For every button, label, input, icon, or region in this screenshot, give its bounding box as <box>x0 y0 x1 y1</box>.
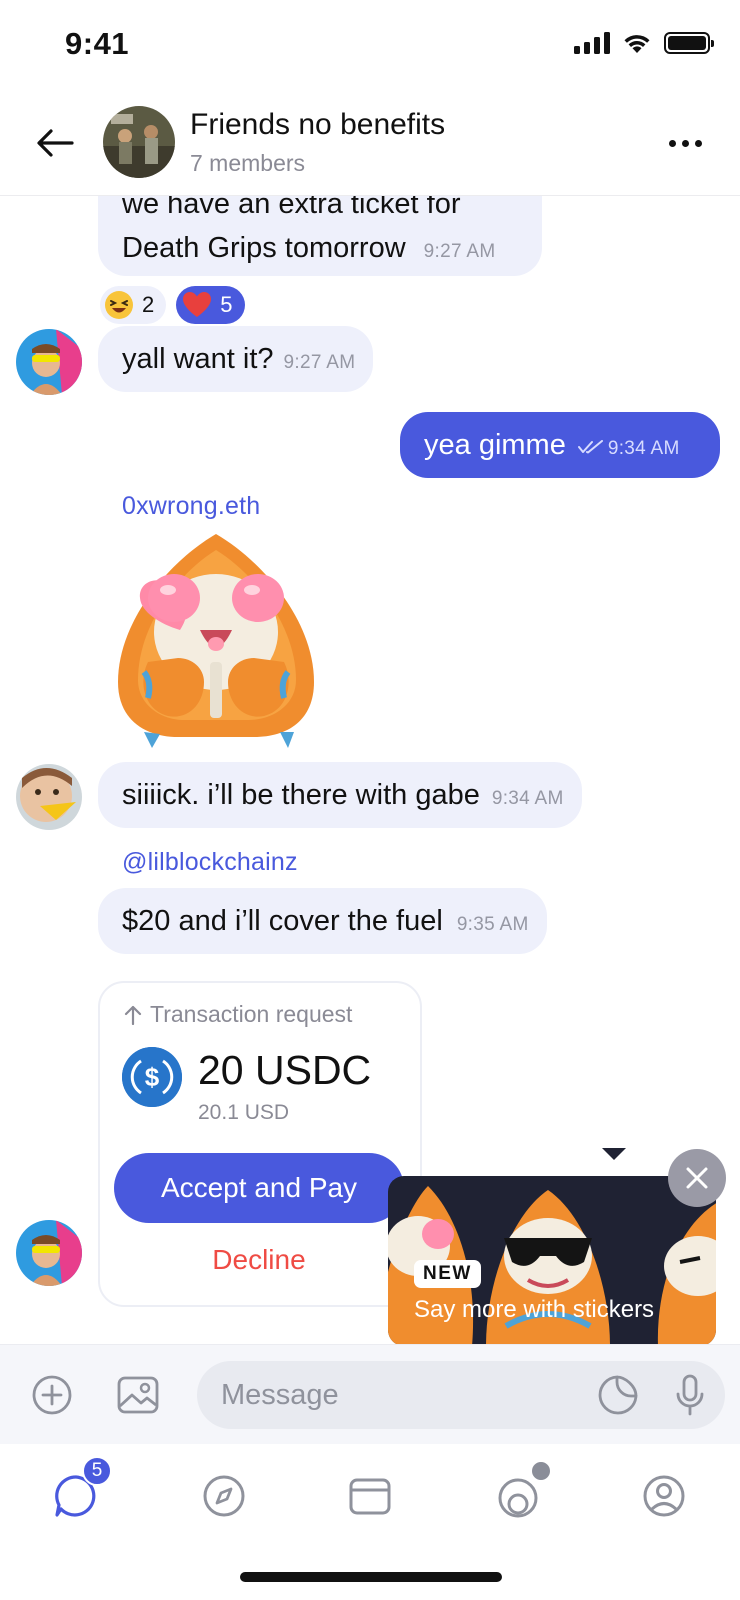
sender-avatar[interactable] <box>16 764 82 830</box>
transaction-amount: 20 USDC <box>198 1047 372 1093</box>
nav-profile[interactable] <box>632 1464 696 1528</box>
nav-wallet[interactable] <box>338 1464 402 1528</box>
message-list[interactable]: we have an extra ticket for Death Grips … <box>0 196 740 1344</box>
home-indicator <box>240 1572 502 1582</box>
message-bubble[interactable]: we have an extra ticket for Death Grips … <box>98 196 542 276</box>
sticker-promo-text: Say more with stickers <box>414 1296 655 1323</box>
cellular-signal-icon <box>574 32 610 54</box>
compass-icon <box>203 1475 245 1517</box>
group-avatar[interactable] <box>103 106 175 178</box>
more-options-button[interactable] <box>660 128 710 158</box>
profile-icon <box>643 1475 685 1517</box>
laughing-face-icon <box>104 290 134 320</box>
decline-button[interactable]: Decline <box>114 1235 404 1285</box>
sticker-button[interactable] <box>594 1371 642 1419</box>
message-bubble[interactable]: $20 and i’ll cover the fuel 9:35 AM <box>98 888 547 954</box>
sender-name[interactable]: 0xwrong.eth <box>122 492 260 521</box>
microphone-icon <box>676 1374 704 1416</box>
more-dots-icon <box>668 139 676 147</box>
reaction-chip[interactable]: 2 <box>100 286 167 324</box>
message-text: $20 and i’ll cover the fuel <box>122 905 443 937</box>
heart-icon <box>182 290 212 320</box>
message-time: 9:35 AM <box>456 914 529 935</box>
voice-message-button[interactable] <box>666 1371 714 1419</box>
transaction-label-text: Transaction request <box>150 1001 353 1027</box>
accept-and-pay-button[interactable]: Accept and Pay <box>114 1153 404 1223</box>
message-text: yea gimme <box>424 429 566 461</box>
bottom-navigation: 5 <box>0 1444 740 1600</box>
close-icon <box>686 1167 708 1189</box>
usdc-icon: $ <box>122 1047 182 1107</box>
reaction-count: 5 <box>220 292 233 317</box>
sender-avatar[interactable] <box>16 1220 82 1286</box>
image-icon <box>117 1376 159 1414</box>
back-button[interactable] <box>30 120 80 166</box>
nav-chats[interactable]: 5 <box>44 1456 112 1528</box>
message-time: 9:34 AM <box>491 788 564 809</box>
gallery-button[interactable] <box>114 1371 162 1419</box>
message-bubble-outgoing[interactable]: yea gimme 9:34 AM <box>400 412 720 478</box>
svg-text:$: $ <box>145 1062 160 1092</box>
message-time: 9:34 AM <box>607 438 680 459</box>
reaction-bar: 2 5 <box>100 286 245 324</box>
group-title: Friends no benefits <box>190 108 446 141</box>
message-time: 9:27 AM <box>423 241 496 262</box>
transaction-usd-value: 20.1 USD <box>198 1101 290 1124</box>
wifi-icon <box>624 35 650 53</box>
message-bubble[interactable]: yall want it? 9:27 AM <box>98 326 374 392</box>
message-text: we have an extra ticket for <box>122 196 461 220</box>
tooltip-pointer <box>602 1148 626 1160</box>
message-composer <box>0 1344 740 1444</box>
unread-count-badge: 5 <box>82 1456 112 1486</box>
status-bar: 9:41 <box>0 0 740 90</box>
message-text: Death Grips tomorrow <box>122 232 406 264</box>
nav-activity[interactable] <box>486 1460 552 1528</box>
nav-explore[interactable] <box>192 1464 256 1528</box>
heart-eyes-sticker[interactable] <box>108 532 324 754</box>
activity-icon <box>498 1478 538 1518</box>
sticker-icon <box>598 1375 638 1415</box>
wallet-icon <box>349 1478 391 1515</box>
new-badge: NEW <box>414 1260 481 1288</box>
add-attachment-button[interactable] <box>28 1371 76 1419</box>
transaction-label: Transaction request <box>124 1001 352 1028</box>
status-time: 9:41 <box>65 26 130 61</box>
message-time: 9:27 AM <box>283 352 356 373</box>
sender-name[interactable]: @lilblockchainz <box>122 848 298 877</box>
message-text: yall want it? <box>122 343 274 375</box>
close-tooltip-button[interactable] <box>668 1149 726 1207</box>
arrow-up-icon <box>124 1005 142 1025</box>
message-bubble[interactable]: siiiick. i’ll be there with gabe 9:34 AM <box>98 762 582 828</box>
battery-icon <box>664 32 714 54</box>
message-text: siiiick. i’ll be there with gabe <box>122 779 480 811</box>
member-count: 7 members <box>190 150 306 176</box>
plus-circle-icon <box>32 1375 72 1415</box>
sender-avatar[interactable] <box>16 329 82 395</box>
status-icons <box>574 32 714 54</box>
notification-dot <box>530 1460 552 1482</box>
chat-header: Friends no benefits 7 members <box>0 90 740 196</box>
reaction-chip-selected[interactable]: 5 <box>176 286 245 324</box>
sticker-promo-tooltip[interactable]: NEW Say more with stickers <box>388 1176 716 1344</box>
message-input[interactable] <box>197 1361 725 1429</box>
transaction-request-card: Transaction request $ 20 USDC 20.1 USD A… <box>98 981 422 1307</box>
double-check-icon <box>577 440 603 454</box>
reaction-count: 2 <box>142 292 155 317</box>
arrow-left-icon <box>37 129 74 157</box>
